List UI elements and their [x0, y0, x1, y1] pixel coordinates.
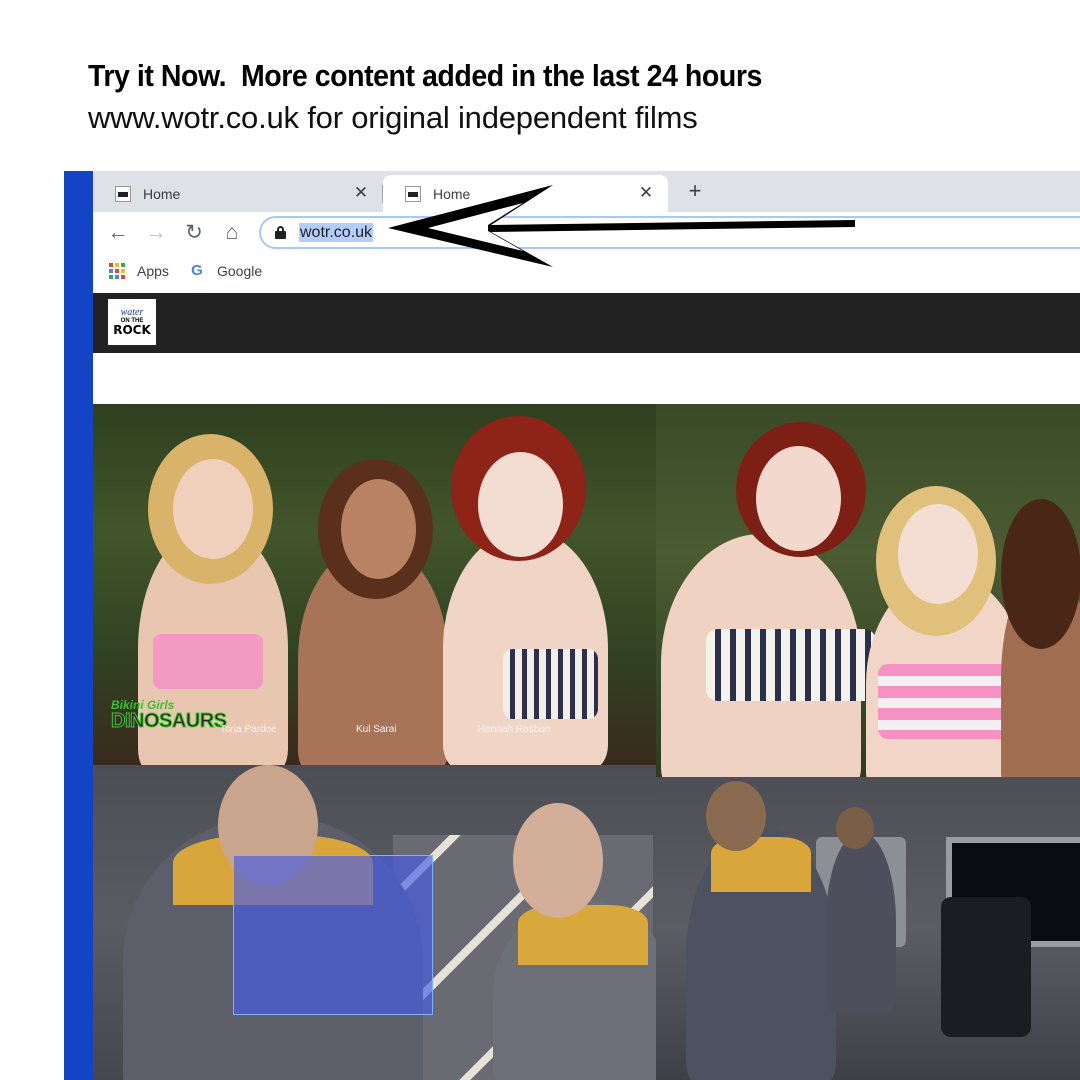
site-favicon-icon — [405, 185, 421, 202]
lock-icon[interactable] — [275, 226, 286, 239]
url-text[interactable]: wotr.co.uk — [299, 223, 374, 242]
pink-top — [878, 664, 1013, 739]
figure-head — [836, 807, 874, 849]
new-tab-button[interactable]: + — [681, 177, 709, 205]
bookmark-google[interactable]: G Google — [189, 262, 263, 280]
bookmark-apps[interactable]: Apps — [109, 263, 169, 279]
figure-face — [513, 803, 603, 918]
logo-line-1: water — [120, 307, 144, 318]
home-icon[interactable]: ⌂ — [217, 218, 247, 248]
logo-line-3: ROCK — [113, 323, 151, 337]
browser-toolbar: ← → ↻ ⌂ wotr.co.uk — [93, 212, 1080, 254]
browser-window: Home ✕ Home ✕ + ← → ↻ ⌂ wotr.co.uk Apps — [93, 171, 1080, 1080]
bookmarks-bar: Apps G Google — [93, 254, 1080, 292]
cast-credit: Hannah Rosbon — [478, 724, 551, 735]
cast-credit: Toria Pardoe — [220, 724, 277, 735]
cast-credit: Kul Sarai — [356, 724, 397, 735]
figure-head — [706, 781, 766, 851]
film-still-scifi-crew[interactable] — [656, 777, 1080, 1080]
ad-headline: Try it Now. More content added in the la… — [88, 58, 762, 93]
hologram-display — [233, 855, 433, 1015]
film-still-bikini-girls[interactable]: Bikini Girls DINOSAURS Toria Pardoe Kul … — [93, 404, 656, 765]
figure-face — [341, 479, 416, 579]
site-favicon-icon — [115, 185, 131, 202]
film-still-bikini-girls-2[interactable] — [656, 404, 1080, 777]
back-arrow-icon[interactable]: ← — [103, 218, 133, 248]
figure-hair — [1001, 499, 1080, 649]
figure-face — [173, 459, 253, 559]
reload-icon[interactable]: ↻ — [179, 218, 209, 248]
bookmark-label: Google — [217, 263, 263, 279]
striped-top — [503, 649, 598, 719]
pink-top — [153, 634, 263, 689]
tab-home-1[interactable]: Home ✕ — [93, 175, 383, 212]
captain-chair — [941, 897, 1031, 1037]
google-g-icon: G — [191, 262, 203, 279]
close-icon[interactable]: ✕ — [351, 183, 371, 203]
site-logo[interactable]: water ON THE ROCK — [108, 299, 156, 345]
bookmark-label: Apps — [137, 263, 169, 279]
tab-title: Home — [143, 185, 181, 202]
figure-face — [478, 452, 563, 557]
forward-arrow-icon[interactable]: → — [141, 218, 171, 248]
apps-grid-icon — [109, 263, 125, 279]
tab-strip: Home ✕ Home ✕ + — [93, 171, 1080, 212]
film-logo: Bikini Girls DINOSAURS — [111, 699, 228, 732]
tab-title: Home — [433, 185, 471, 202]
tab-home-2[interactable]: Home ✕ — [383, 175, 668, 212]
address-bar[interactable]: wotr.co.uk — [259, 216, 1080, 249]
accent-bar — [64, 171, 93, 1080]
figure-face — [898, 504, 978, 604]
close-icon[interactable]: ✕ — [636, 183, 656, 203]
figure-silhouette — [826, 832, 896, 1012]
striped-top — [706, 629, 876, 701]
yellow-collar — [518, 905, 648, 965]
site-header: water ON THE ROCK — [93, 293, 1080, 353]
ad-subline: www.wotr.co.uk for original independent … — [88, 100, 698, 135]
film-still-scifi-bridge[interactable] — [93, 765, 656, 1080]
figure-face — [756, 446, 841, 551]
film-logo-line-2: DINOSAURS — [111, 710, 228, 732]
